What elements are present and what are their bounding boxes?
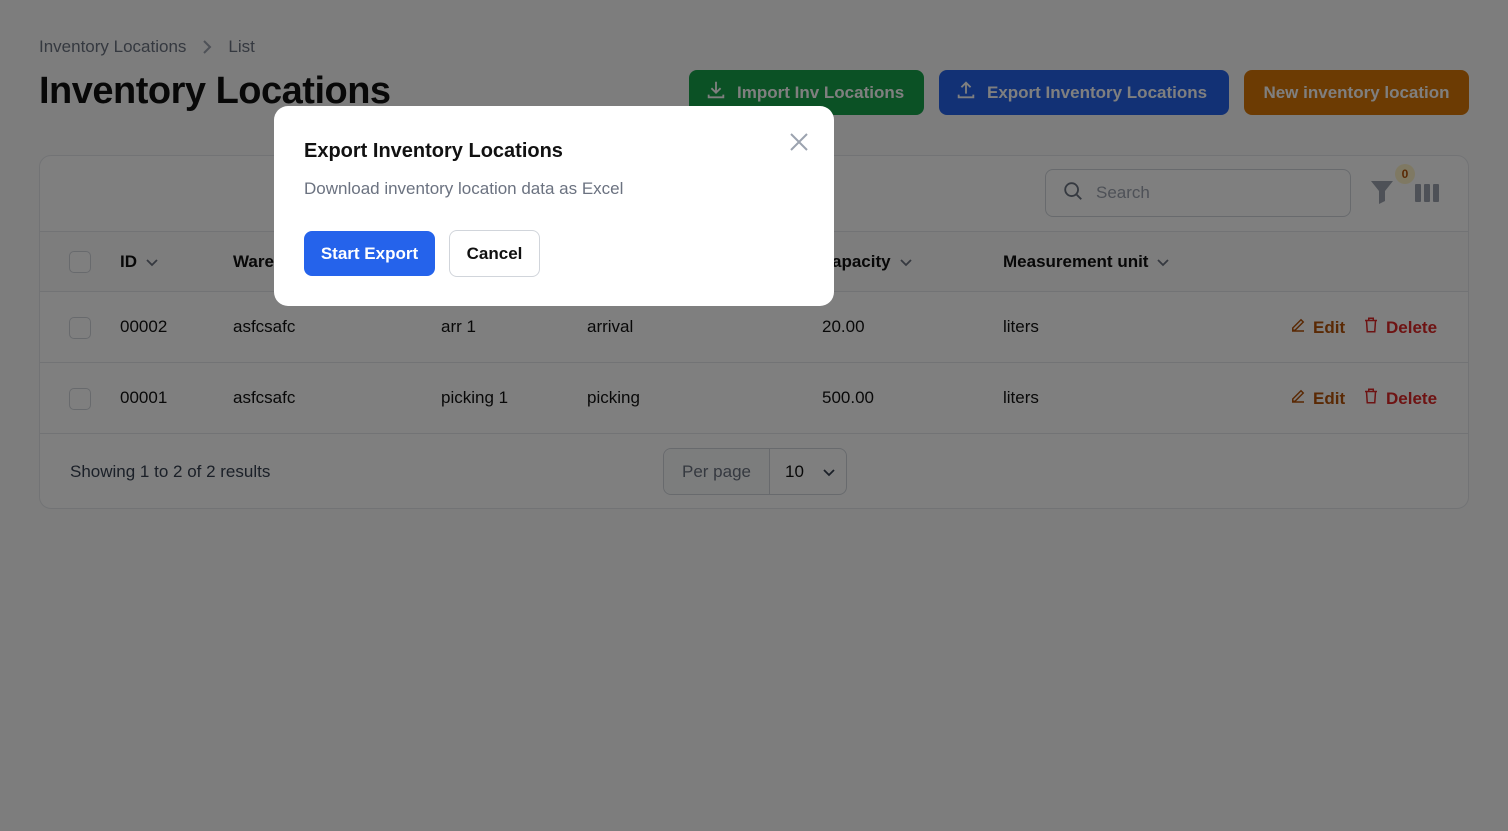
export-modal: Export Inventory Locations Download inve… (274, 106, 834, 306)
start-export-button[interactable]: Start Export (304, 231, 435, 276)
cancel-button[interactable]: Cancel (449, 230, 540, 277)
modal-description: Download inventory location data as Exce… (304, 179, 624, 198)
close-icon[interactable] (788, 131, 810, 153)
modal-title: Export Inventory Locations (304, 140, 563, 162)
